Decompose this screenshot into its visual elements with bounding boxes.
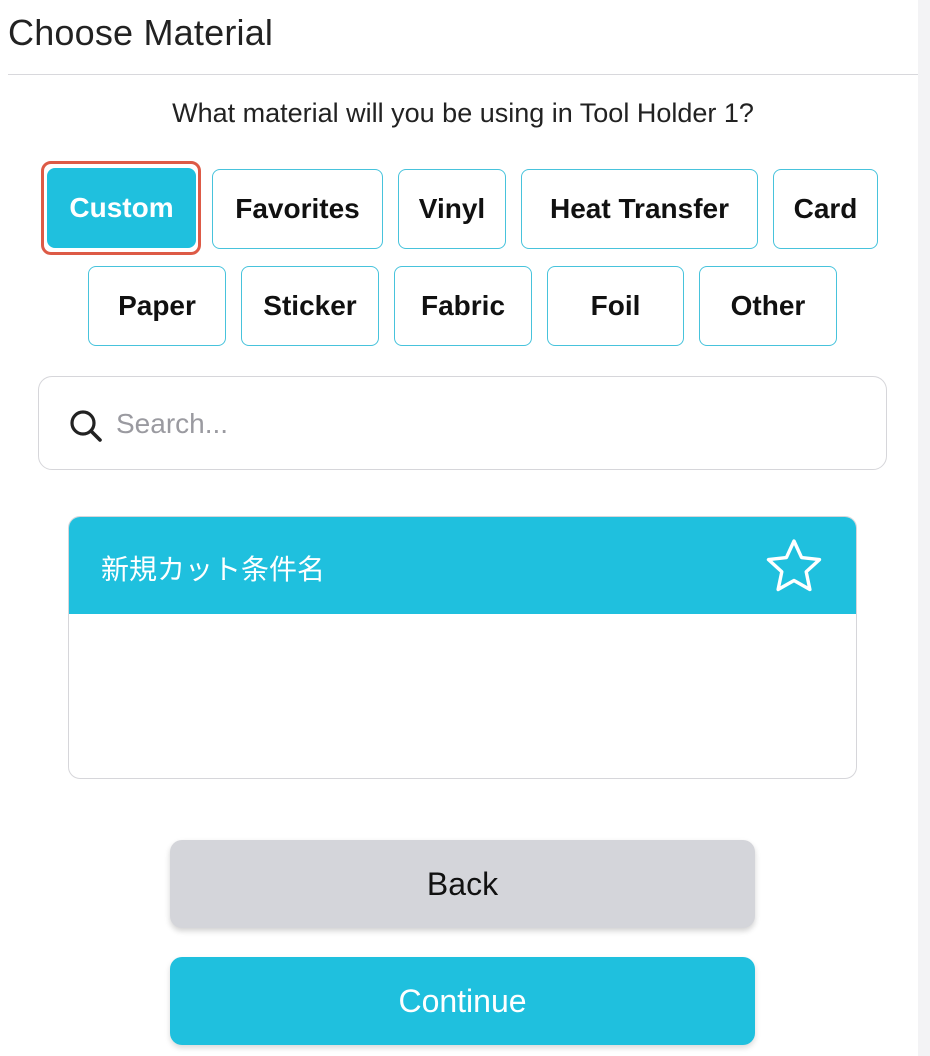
- search-input[interactable]: [116, 404, 856, 444]
- star-outline-icon[interactable]: [764, 537, 824, 595]
- back-button[interactable]: Back: [170, 840, 755, 928]
- tab-foil[interactable]: Foil: [547, 266, 684, 346]
- choose-material-panel: Choose Material What material will you b…: [0, 0, 930, 1056]
- page-title: Choose Material: [8, 12, 274, 53]
- material-card-header: 新規カット条件名: [69, 517, 856, 614]
- tab-paper[interactable]: Paper: [88, 266, 226, 346]
- search-icon: [70, 410, 102, 442]
- material-card[interactable]: 新規カット条件名: [68, 516, 857, 779]
- tab-favorites[interactable]: Favorites: [212, 169, 383, 249]
- title-divider: [8, 74, 918, 75]
- material-question: What material will you be using in Tool …: [172, 98, 754, 128]
- tab-sticker[interactable]: Sticker: [241, 266, 379, 346]
- tab-card[interactable]: Card: [773, 169, 878, 249]
- tab-heat-transfer[interactable]: Heat Transfer: [521, 169, 758, 249]
- scrollbar-track[interactable]: [918, 0, 930, 1056]
- tab-fabric[interactable]: Fabric: [394, 266, 532, 346]
- tab-vinyl[interactable]: Vinyl: [398, 169, 506, 249]
- tab-custom[interactable]: Custom: [47, 168, 196, 248]
- material-card-title: 新規カット条件名: [101, 553, 326, 586]
- continue-button[interactable]: Continue: [170, 957, 755, 1045]
- tab-other[interactable]: Other: [699, 266, 837, 346]
